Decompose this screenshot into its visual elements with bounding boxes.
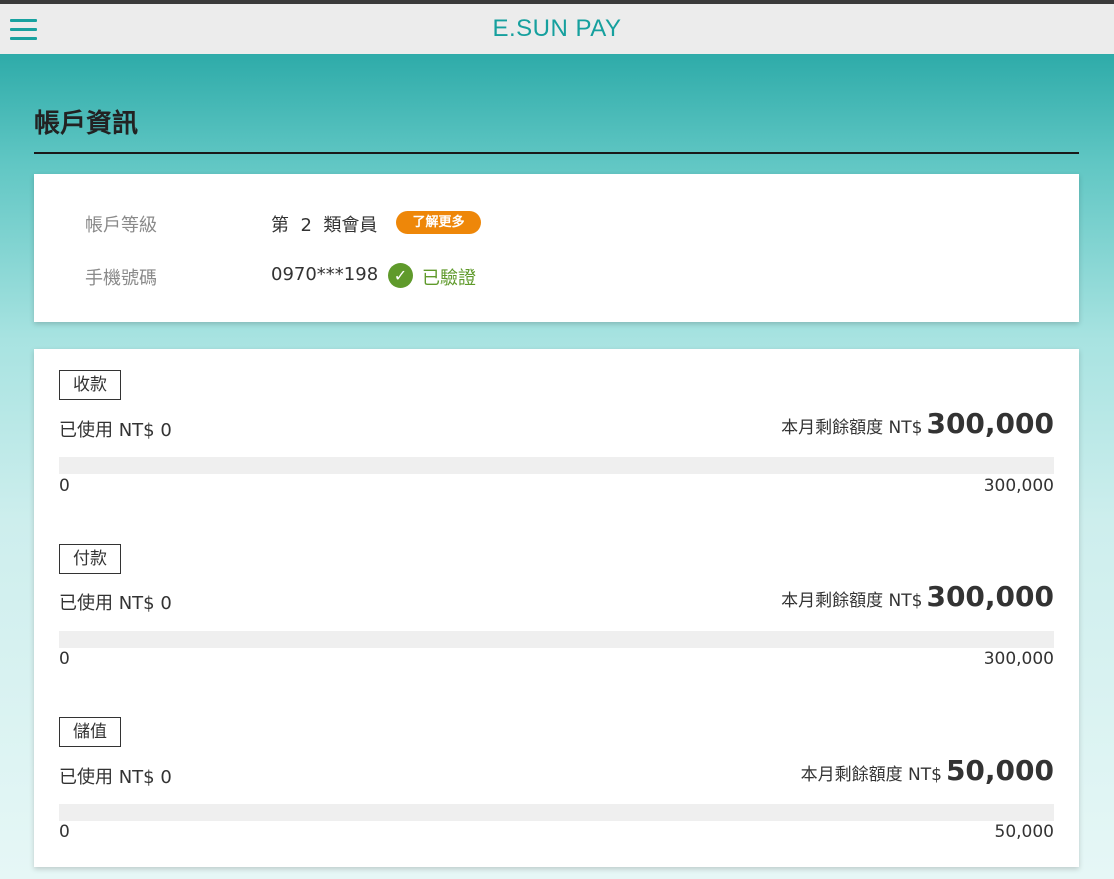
topup-used-amount: 已使用 NT$ 0 xyxy=(59,767,172,788)
pay-usage-bar xyxy=(59,631,1054,648)
topup-remaining-amount: 50,000 xyxy=(945,754,1054,787)
receive-used-amount: 已使用 NT$ 0 xyxy=(59,420,172,441)
account-level-value: 第 2 類會員 xyxy=(271,215,378,236)
account-info-card: 帳戶等級 第 2 類會員 了解更多 手機號碼 0970***198 ✓ 已驗證 xyxy=(34,174,1079,322)
receive-remaining: 本月剩餘額度 NT$ 300,000 xyxy=(781,407,1054,440)
account-level-label: 帳戶等級 xyxy=(85,215,157,236)
learn-more-button[interactable]: 了解更多 xyxy=(396,211,481,234)
page-title: 帳戶資訊 xyxy=(34,109,139,139)
receive-remaining-label: 本月剩餘額度 NT$ xyxy=(781,418,923,438)
limits-card: 收款 已使用 NT$ 0 本月剩餘額度 NT$ 300,000 0 300,000… xyxy=(34,349,1079,867)
pay-section-tag: 付款 xyxy=(59,544,121,574)
topup-remaining: 本月剩餘額度 NT$ 50,000 xyxy=(801,754,1054,787)
phone-value: 0970***198 xyxy=(271,264,379,285)
topup-bar-max: 50,000 xyxy=(994,822,1054,842)
pay-bar-min: 0 xyxy=(59,649,70,669)
pay-bar-max: 300,000 xyxy=(983,649,1054,669)
pay-used-amount: 已使用 NT$ 0 xyxy=(59,593,172,614)
receive-section-tag: 收款 xyxy=(59,370,121,400)
verified-status: 已驗證 xyxy=(422,268,476,289)
receive-remaining-amount: 300,000 xyxy=(926,407,1054,440)
pay-remaining-amount: 300,000 xyxy=(926,580,1054,613)
brand-title: E.SUN PAY xyxy=(492,15,622,42)
pay-remaining: 本月剩餘額度 NT$ 300,000 xyxy=(781,580,1054,613)
topup-section-tag: 儲值 xyxy=(59,717,121,747)
receive-usage-bar xyxy=(59,457,1054,474)
receive-bar-min: 0 xyxy=(59,476,70,496)
topup-bar-min: 0 xyxy=(59,822,70,842)
phone-label: 手機號碼 xyxy=(85,268,157,289)
check-circle-icon: ✓ xyxy=(388,263,413,288)
pay-remaining-label: 本月剩餘額度 NT$ xyxy=(781,591,923,611)
app-header: E.SUN PAY xyxy=(0,4,1114,54)
topup-usage-bar xyxy=(59,804,1054,821)
topup-remaining-label: 本月剩餘額度 NT$ xyxy=(800,765,942,785)
title-divider xyxy=(34,152,1079,154)
receive-bar-max: 300,000 xyxy=(983,476,1054,496)
